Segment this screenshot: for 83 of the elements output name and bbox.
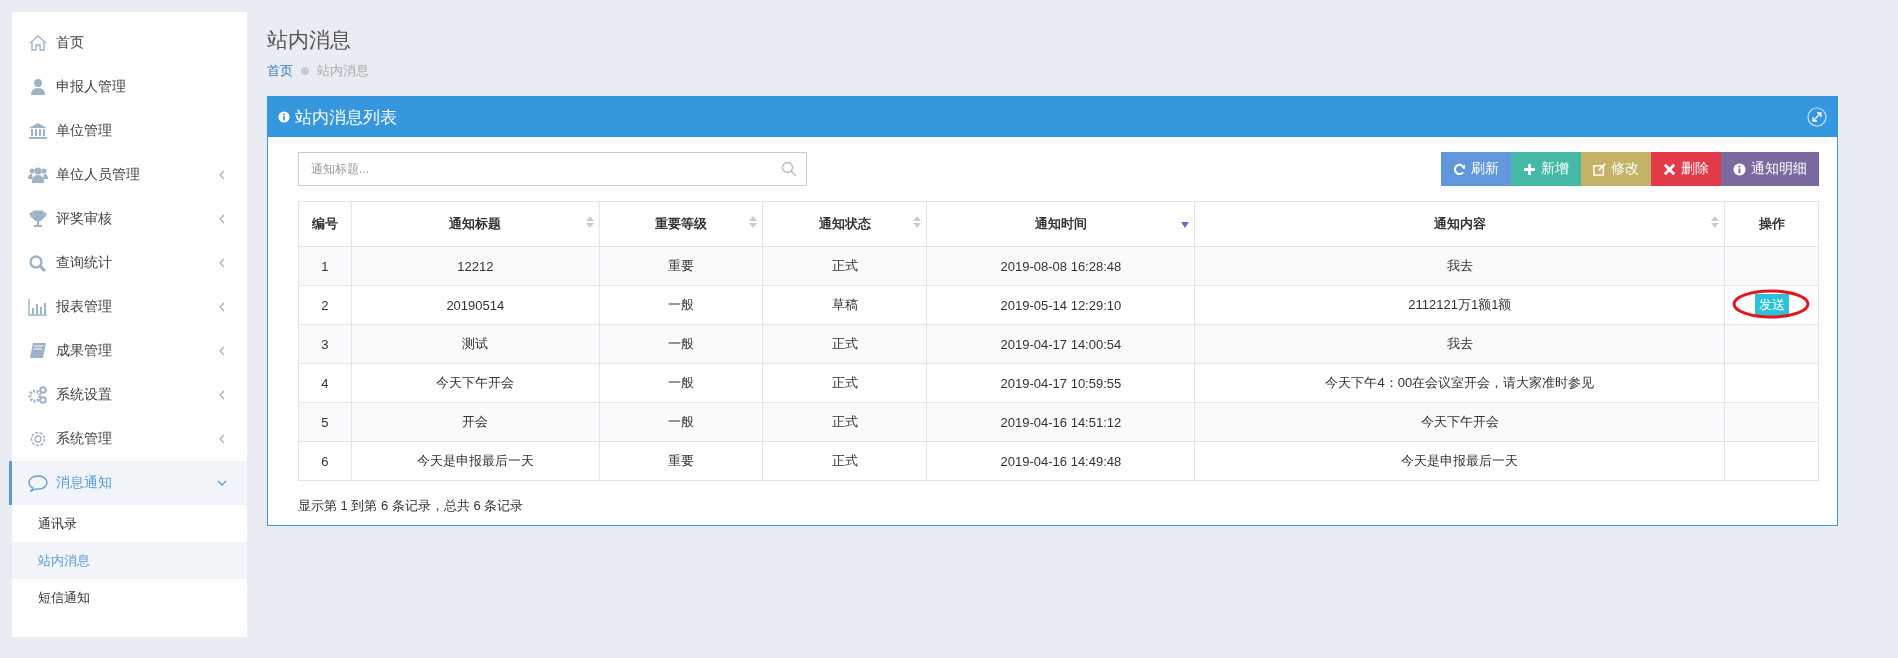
table-cell: 今天下午开会 bbox=[1194, 402, 1725, 442]
gear-icon bbox=[28, 430, 48, 448]
table-cell: 2019-04-17 14:00:54 bbox=[926, 324, 1195, 364]
breadcrumb-current: 站内消息 bbox=[317, 62, 369, 80]
users-icon bbox=[28, 166, 48, 184]
toolbar-button[interactable]: 删除 bbox=[1651, 152, 1721, 186]
table-cell: 3 bbox=[298, 324, 352, 364]
table-cell: 一般 bbox=[599, 324, 763, 364]
bank-icon bbox=[28, 122, 48, 140]
sidebar-item[interactable]: 申报人管理 bbox=[9, 65, 247, 109]
info-icon bbox=[278, 111, 290, 123]
sidebar-item[interactable]: 查询统计 bbox=[9, 241, 247, 285]
column-header[interactable]: 编号 bbox=[298, 201, 352, 247]
column-header[interactable]: 操作 bbox=[1724, 201, 1819, 247]
table-cell: 重要 bbox=[599, 441, 763, 481]
table-cell: 正式 bbox=[762, 402, 927, 442]
panel-title: 站内消息列表 bbox=[295, 106, 397, 129]
table-cell: 12212 bbox=[351, 246, 600, 286]
toolbar-button[interactable]: 通知明细 bbox=[1721, 152, 1819, 186]
home-icon bbox=[28, 34, 48, 52]
table-cell: 20190514 bbox=[351, 285, 600, 325]
sidebar-item[interactable]: 单位管理 bbox=[9, 109, 247, 153]
table-cell: 草稿 bbox=[762, 285, 927, 325]
pagination-info: 显示第 1 到第 6 条记录，总共 6 条记录 bbox=[298, 497, 525, 515]
expand-button[interactable] bbox=[1807, 107, 1827, 127]
search-icon bbox=[28, 254, 48, 272]
table-cell: 2112121万1额1额 bbox=[1194, 285, 1725, 325]
table-cell: 正式 bbox=[762, 324, 927, 364]
table-cell: 一般 bbox=[599, 363, 763, 403]
sidebar-item[interactable]: 单位人员管理 bbox=[9, 153, 247, 197]
column-header[interactable]: 通知内容 bbox=[1194, 201, 1725, 247]
edit-icon bbox=[1593, 162, 1606, 176]
table-cell: 2019-05-14 12:29:10 bbox=[926, 285, 1195, 325]
table-cell: 我去 bbox=[1194, 246, 1725, 286]
table-cell: 6 bbox=[298, 441, 352, 481]
sidebar-item[interactable]: 首页 bbox=[9, 21, 247, 65]
book-icon bbox=[28, 342, 48, 360]
submenu-item[interactable]: 短信通知 bbox=[12, 579, 247, 616]
submenu-item[interactable]: 通讯录 bbox=[12, 505, 247, 542]
search-icon bbox=[781, 161, 797, 177]
table-cell: 正式 bbox=[762, 363, 927, 403]
sidebar-item[interactable]: 成果管理 bbox=[9, 329, 247, 373]
table-cell: 今天是申报最后一天 bbox=[1194, 441, 1725, 481]
separator-dot-icon bbox=[301, 67, 309, 75]
table-cell: 正式 bbox=[762, 441, 927, 481]
trophy-icon bbox=[28, 210, 48, 228]
column-header[interactable]: 重要等级 bbox=[599, 201, 763, 247]
search-field[interactable]: 通知标题... bbox=[298, 152, 807, 186]
sidebar-item[interactable]: 系统设置 bbox=[9, 373, 247, 417]
column-header[interactable]: 通知时间 bbox=[926, 201, 1195, 247]
table-cell: 一般 bbox=[599, 285, 763, 325]
bar-chart-icon bbox=[28, 298, 48, 316]
table-cell: 开会 bbox=[351, 402, 600, 442]
table-cell: 测试 bbox=[351, 324, 600, 364]
table-cell: 1 bbox=[298, 246, 352, 286]
sidebar-item[interactable]: 系统管理 bbox=[9, 417, 247, 461]
page-title: 站内消息 bbox=[267, 27, 352, 53]
column-header[interactable]: 通知状态 bbox=[762, 201, 927, 247]
gears-icon bbox=[28, 386, 48, 404]
refresh-icon bbox=[1453, 162, 1466, 176]
table-cell: 2019-04-16 14:51:12 bbox=[926, 402, 1195, 442]
table-cell: 2019-08-08 16:28:48 bbox=[926, 246, 1195, 286]
table-cell: 2 bbox=[298, 285, 352, 325]
table-cell: 正式 bbox=[762, 246, 927, 286]
table-cell: 2019-04-16 14:49:48 bbox=[926, 441, 1195, 481]
table-cell: 2019-04-17 10:59:55 bbox=[926, 363, 1195, 403]
table-cell: 5 bbox=[298, 402, 352, 442]
sidebar-item[interactable]: 报表管理 bbox=[9, 285, 247, 329]
sidebar-item[interactable]: 评奖审核 bbox=[9, 197, 247, 241]
close-icon bbox=[1663, 162, 1676, 176]
user-icon bbox=[28, 78, 48, 96]
table-cell: 我去 bbox=[1194, 324, 1725, 364]
info-icon bbox=[1733, 162, 1746, 176]
table-cell: 今天是申报最后一天 bbox=[351, 441, 600, 481]
plus-icon bbox=[1523, 162, 1536, 176]
speech-bubble-icon bbox=[28, 474, 48, 492]
table-cell: 今天下午4：00在会议室开会，请大家准时参见 bbox=[1194, 363, 1725, 403]
breadcrumb-link[interactable]: 首页 bbox=[267, 62, 293, 80]
column-header[interactable]: 通知标题 bbox=[351, 201, 600, 247]
table-cell: 4 bbox=[298, 363, 352, 403]
table-cell: 重要 bbox=[599, 246, 763, 286]
table-cell: 一般 bbox=[599, 402, 763, 442]
table-cell: 今天下午开会 bbox=[351, 363, 600, 403]
